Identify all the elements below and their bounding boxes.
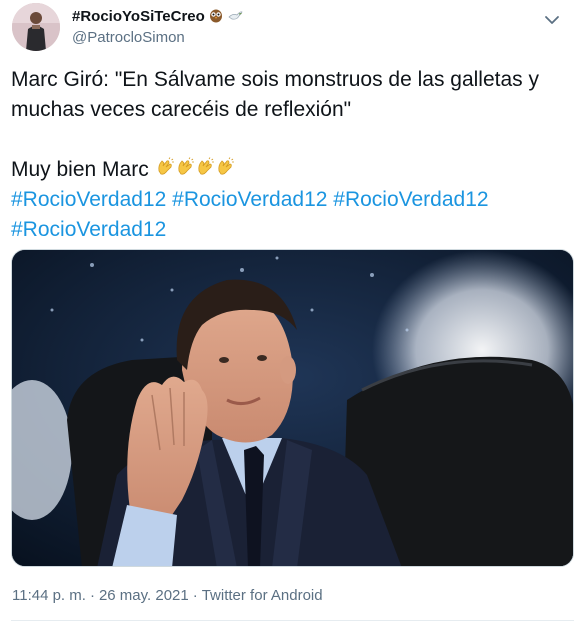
tweet-meta: 11:44 p. m. · 26 may. 2021 · Twitter for… — [12, 587, 323, 604]
tweet-text-segment: Muy bien Marc — [11, 158, 155, 181]
tweet-date[interactable]: 26 may. 2021 — [99, 587, 189, 604]
dove-emoji-icon — [227, 7, 243, 25]
tweet-text: Marc Giró: "En Sálvame sois monstruos de… — [11, 65, 571, 245]
clap-emoji-group — [155, 157, 235, 181]
hashtag-line: #RocioVerdad12 #RocioVerdad12 #RocioVerd… — [11, 185, 571, 215]
divider — [11, 620, 574, 621]
hashtag-link[interactable]: #RocioVerdad12 — [333, 188, 488, 211]
clapping-hands-icon — [175, 157, 195, 181]
display-name-row[interactable]: #RocioYoSiTeCreo — [72, 7, 243, 25]
tweet-text-line: muchas veces carecéis de reflexión" — [11, 98, 352, 121]
clapping-hands-icon — [195, 157, 215, 181]
chevron-down-icon[interactable] — [540, 8, 564, 32]
owl-emoji-icon — [208, 7, 224, 25]
clapping-hands-icon — [215, 157, 235, 181]
separator: · — [89, 587, 95, 604]
hashtag-link[interactable]: #RocioVerdad12 — [172, 188, 327, 211]
tweet-time[interactable]: 11:44 p. m. — [12, 587, 86, 604]
handle[interactable]: @PatrocloSimon — [72, 29, 185, 46]
tweet-card: #RocioYoSiTeCreo @PatrocloSimon Marc Gir… — [0, 0, 581, 622]
tweet-source[interactable]: Twitter for Android — [202, 587, 323, 604]
hashtag-link[interactable]: #RocioVerdad12 — [11, 218, 166, 241]
hashtag-link[interactable]: #RocioVerdad12 — [11, 188, 166, 211]
separator: · — [192, 587, 198, 604]
clapping-hands-icon — [155, 157, 175, 181]
avatar[interactable] — [12, 3, 60, 51]
tweet-text-line: Muy bien Marc — [11, 155, 571, 185]
tweet-media-photo[interactable] — [11, 249, 574, 567]
hashtag-line: #RocioVerdad12 — [11, 215, 571, 245]
display-name[interactable]: #RocioYoSiTeCreo — [72, 8, 205, 25]
tweet-text-line: Marc Giró: "En Sálvame sois monstruos de… — [11, 68, 539, 91]
